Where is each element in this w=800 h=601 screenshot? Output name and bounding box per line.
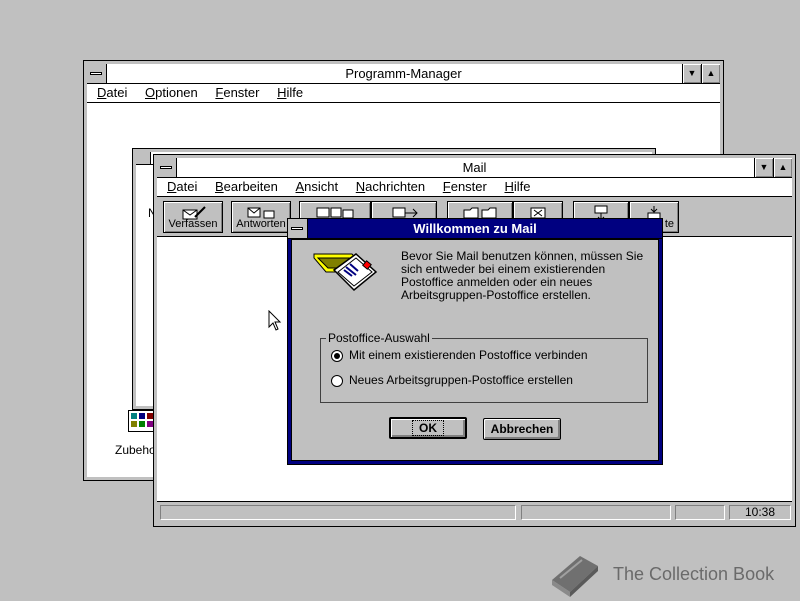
radio-new-label: Neues Arbeitsgruppen-Postoffice erstelle… [349, 373, 573, 387]
ok-label: OK [412, 420, 444, 436]
radio-selected-icon[interactable] [331, 349, 343, 362]
dialog-body: Bevor Sie Mail benutzen können, müssen S… [291, 239, 659, 461]
abbrechen-button[interactable]: Abbrechen [483, 418, 561, 440]
book-logo-icon [548, 552, 602, 601]
mouse-cursor-icon [268, 309, 282, 335]
menu-optionen[interactable]: Optionen [145, 84, 198, 102]
mail-menubar: Datei Bearbeiten Ansicht Nachrichten Fen… [157, 178, 792, 197]
radio-unselected-icon[interactable] [331, 374, 343, 387]
menu-ansicht[interactable]: Ansicht [296, 178, 339, 196]
maximize-icon[interactable]: ▲ [773, 158, 792, 177]
status-time: 10:38 [729, 505, 791, 520]
menu-fenster[interactable]: Fenster [215, 84, 259, 102]
antworten-button[interactable]: Antworten [231, 201, 291, 233]
dialog-titlebar[interactable]: Willkommen zu Mail [288, 219, 662, 239]
system-menu-icon[interactable] [157, 158, 177, 177]
antworten-label: Antworten [236, 218, 286, 230]
postoffice-groupbox: Postoffice-Auswahl Mit einem existierend… [320, 331, 648, 403]
mail-titlebar[interactable]: Mail ▼ ▲ [157, 158, 792, 178]
maximize-icon[interactable]: ▲ [701, 64, 720, 83]
radio-existing-postoffice[interactable]: Mit einem existierenden Postoffice verbi… [331, 348, 588, 364]
radio-existing-label: Mit einem existierenden Postoffice verbi… [349, 348, 588, 362]
radio-new-postoffice[interactable]: Neues Arbeitsgruppen-Postoffice erstelle… [331, 373, 573, 389]
verfassen-button[interactable]: Verfassen [163, 201, 223, 233]
groupbox-title: Postoffice-Auswahl [326, 331, 432, 345]
menu-datei[interactable]: Datei [167, 178, 197, 196]
minimize-icon[interactable]: ▼ [682, 64, 701, 83]
system-menu-icon[interactable] [87, 64, 107, 83]
programm-manager-titlebar[interactable]: Programm-Manager ▼ ▲ [87, 64, 720, 84]
status-cell-3 [675, 505, 725, 520]
minimize-icon[interactable]: ▼ [754, 158, 773, 177]
menu-hilfe[interactable]: Hilfe [504, 178, 530, 196]
dialog-title: Willkommen zu Mail [413, 221, 537, 236]
dialog-message: Bevor Sie Mail benutzen können, müssen S… [401, 249, 644, 302]
menu-datei[interactable]: Datei [97, 84, 127, 102]
mail-title: Mail [462, 160, 487, 175]
programm-manager-menubar: Datei Optionen Fenster Hilfe [87, 84, 720, 103]
verfassen-label: Verfassen [168, 218, 218, 230]
status-cell-2 [521, 505, 671, 520]
menu-nachrichten[interactable]: Nachrichten [356, 178, 425, 196]
zubehoer-group-label: Zubeho [115, 443, 156, 457]
ok-button[interactable]: OK [389, 417, 467, 439]
mail-statusbar: 10:38 [157, 501, 792, 523]
status-cell-main [160, 505, 516, 520]
menu-bearbeiten[interactable]: Bearbeiten [215, 178, 278, 196]
welcome-dialog: Willkommen zu Mail Bevor Sie Mail benutz… [287, 218, 663, 465]
system-menu-icon[interactable] [288, 219, 308, 238]
abbrechen-label: Abbrechen [490, 422, 554, 436]
mail-envelope-icon [312, 246, 382, 297]
menu-fenster[interactable]: Fenster [443, 178, 487, 196]
menu-hilfe[interactable]: Hilfe [277, 84, 303, 102]
programm-manager-title: Programm-Manager [345, 66, 462, 81]
watermark-text: The Collection Book [613, 564, 775, 584]
